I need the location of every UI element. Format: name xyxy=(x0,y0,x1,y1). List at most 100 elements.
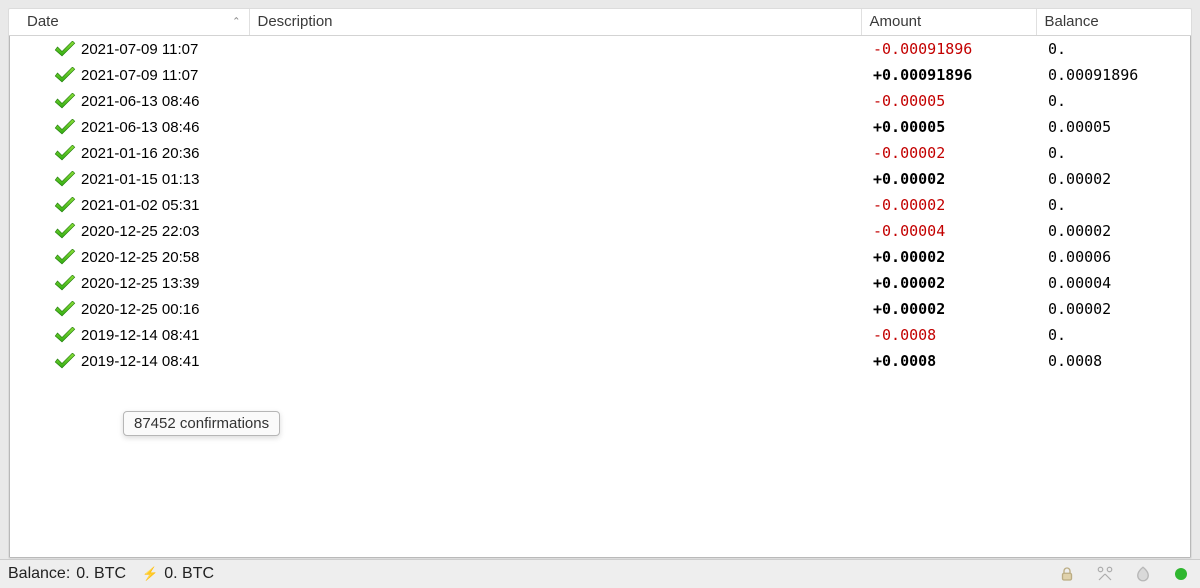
cell-description[interactable] xyxy=(249,244,861,270)
table-row[interactable]: 2021-06-13 08:46+0.000050.00005 xyxy=(9,114,1191,140)
cell-date: 2019-12-14 08:41 xyxy=(9,322,249,348)
balance-label: Balance: xyxy=(8,565,70,583)
date-text: 2020-12-25 13:39 xyxy=(81,275,199,292)
column-header-balance-label: Balance xyxy=(1045,13,1099,30)
table-row[interactable]: 2021-07-09 11:07-0.000918960. xyxy=(9,36,1191,63)
table-row[interactable]: 2020-12-25 00:16 +0.000020.00002 xyxy=(9,296,1191,322)
table-row[interactable]: 2019-12-14 08:41-0.00080. xyxy=(9,322,1191,348)
lock-icon[interactable] xyxy=(1056,563,1078,585)
column-header-date[interactable]: Date ⌃ xyxy=(9,9,249,36)
cell-balance: 0.0008 xyxy=(1036,348,1191,374)
confirmed-checkmark-icon xyxy=(53,197,75,213)
confirmed-checkmark-icon xyxy=(53,171,75,187)
cell-amount: -0.00004 xyxy=(861,218,1036,244)
cell-description[interactable] xyxy=(249,218,861,244)
column-header-balance[interactable]: Balance xyxy=(1036,9,1191,36)
cell-amount: -0.00002 xyxy=(861,140,1036,166)
cell-description[interactable] xyxy=(249,296,861,322)
confirmed-checkmark-icon xyxy=(53,249,75,265)
cell-amount: -0.00002 xyxy=(861,192,1036,218)
date-text: 2021-06-13 08:46 xyxy=(81,119,199,136)
cell-date: 2019-12-14 08:41 xyxy=(9,348,249,374)
column-header-amount-label: Amount xyxy=(870,13,922,30)
cell-date: 2020-12-25 22:03 xyxy=(9,218,249,244)
cell-description[interactable] xyxy=(249,270,861,296)
cell-date: 2021-07-09 11:07 xyxy=(9,62,249,88)
cell-amount: -0.0008 xyxy=(861,322,1036,348)
date-text: 2020-12-25 00:16 xyxy=(81,301,199,318)
balance-value: 0. BTC xyxy=(76,565,126,583)
sort-ascending-icon: ⌃ xyxy=(232,17,240,28)
cell-description[interactable] xyxy=(249,88,861,114)
column-header-date-label: Date xyxy=(27,13,59,30)
date-text: 2019-12-14 08:41 xyxy=(81,327,199,344)
table-row[interactable]: 2020-12-25 22:03-0.000040.00002 xyxy=(9,218,1191,244)
cell-description[interactable] xyxy=(249,322,861,348)
date-text: 2021-01-15 01:13 xyxy=(81,171,199,188)
date-text: 2021-07-09 11:07 xyxy=(81,67,198,84)
cell-balance: 0.00002 xyxy=(1036,296,1191,322)
transaction-history-panel: Date ⌃ Description Amount Balance xyxy=(8,8,1192,559)
cell-description[interactable] xyxy=(249,36,861,63)
lightning-segment: ⚡ 0. BTC xyxy=(142,565,214,583)
cell-date: 2021-01-02 05:31 xyxy=(9,192,249,218)
confirmations-tooltip-text: 87452 confirmations xyxy=(134,415,269,432)
table-row[interactable]: 2021-01-02 05:31-0.000020. xyxy=(9,192,1191,218)
table-row[interactable]: 2020-12-25 20:58+0.000020.00006 xyxy=(9,244,1191,270)
confirmed-checkmark-icon xyxy=(53,41,75,57)
confirmed-checkmark-icon xyxy=(53,275,75,291)
cell-date: 2020-12-25 20:58 xyxy=(9,244,249,270)
column-header-amount[interactable]: Amount xyxy=(861,9,1036,36)
confirmed-checkmark-icon xyxy=(53,67,75,83)
tools-icon[interactable] xyxy=(1094,563,1116,585)
table-row[interactable]: 2021-07-09 11:07 +0.000918960.00091896 xyxy=(9,62,1191,88)
cell-balance: 0. xyxy=(1036,140,1191,166)
confirmations-tooltip: 87452 confirmations xyxy=(123,411,280,436)
date-text: 2020-12-25 20:58 xyxy=(81,249,199,266)
cell-amount: +0.00002 xyxy=(861,296,1036,322)
table-row[interactable]: 2020-12-25 13:39+0.000020.00004 xyxy=(9,270,1191,296)
cell-balance: 0.00091896 xyxy=(1036,62,1191,88)
balance-segment: Balance: 0. BTC xyxy=(8,565,126,583)
cell-description[interactable] xyxy=(249,166,861,192)
confirmed-checkmark-icon xyxy=(53,301,75,317)
cell-date: 2020-12-25 13:39 xyxy=(9,270,249,296)
confirmed-checkmark-icon xyxy=(53,223,75,239)
date-text: 2019-12-14 08:41 xyxy=(81,353,199,370)
cell-date: 2021-07-09 11:07 xyxy=(9,36,249,63)
column-header-description-label: Description xyxy=(258,13,333,30)
confirmed-checkmark-icon xyxy=(53,353,75,369)
confirmed-checkmark-icon xyxy=(53,145,75,161)
network-status-icon[interactable] xyxy=(1170,563,1192,585)
lightning-icon: ⚡ xyxy=(142,566,158,582)
column-header-description[interactable]: Description xyxy=(249,9,861,36)
date-text: 2021-01-02 05:31 xyxy=(81,197,199,214)
cell-amount: -0.00005 xyxy=(861,88,1036,114)
date-text: 2021-07-09 11:07 xyxy=(81,41,198,58)
cell-balance: 0. xyxy=(1036,36,1191,63)
cell-date: 2020-12-25 00:16 xyxy=(9,296,249,322)
table-row[interactable]: 2021-01-15 01:13 +0.000020.00002 xyxy=(9,166,1191,192)
cell-amount: +0.0008 xyxy=(861,348,1036,374)
seed-icon[interactable] xyxy=(1132,563,1154,585)
date-text: 2021-01-16 20:36 xyxy=(81,145,199,162)
cell-description[interactable] xyxy=(249,348,861,374)
date-text: 2020-12-25 22:03 xyxy=(81,223,199,240)
cell-description[interactable] xyxy=(249,62,861,88)
cell-balance: 0.00006 xyxy=(1036,244,1191,270)
confirmed-checkmark-icon xyxy=(53,119,75,135)
cell-amount: +0.00091896 xyxy=(861,62,1036,88)
cell-date: 2021-01-16 20:36 xyxy=(9,140,249,166)
confirmed-checkmark-icon xyxy=(53,327,75,343)
lightning-value: 0. BTC xyxy=(164,565,214,583)
cell-amount: +0.00002 xyxy=(861,166,1036,192)
status-bar: Balance: 0. BTC ⚡ 0. BTC xyxy=(0,559,1200,588)
table-row[interactable]: 2021-06-13 08:46-0.000050. xyxy=(9,88,1191,114)
cell-description[interactable] xyxy=(249,140,861,166)
cell-balance: 0.00002 xyxy=(1036,166,1191,192)
cell-description[interactable] xyxy=(249,114,861,140)
cell-description[interactable] xyxy=(249,192,861,218)
table-row[interactable]: 2019-12-14 08:41 +0.00080.0008 xyxy=(9,348,1191,374)
cell-balance: 0. xyxy=(1036,88,1191,114)
table-row[interactable]: 2021-01-16 20:36 -0.000020. xyxy=(9,140,1191,166)
